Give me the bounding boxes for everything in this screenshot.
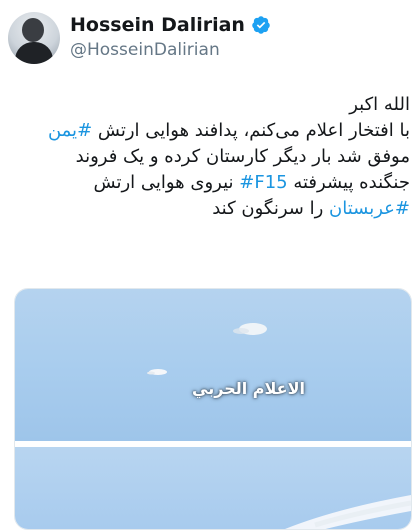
tweet-line-2: با افتخار اعلام می‌کنم، پدافند هوایی ارت… — [10, 118, 410, 144]
sky-scene-2 — [285, 495, 411, 529]
tweet-line-5: #عربستان را سرنگون کند — [10, 196, 410, 222]
user-handle[interactable]: @HosseinDalirian — [70, 40, 220, 60]
tweet-line-4: جنگنده پیشرفته #F15 نیروی هوایی ارتش — [10, 170, 411, 196]
tweet-line-4-text-b: نیروی هوایی ارتش — [93, 172, 240, 193]
hashtag-saudi-arabia[interactable]: #عربستان — [329, 198, 410, 219]
media-image-2[interactable] — [15, 447, 411, 529]
tweet-line-4-text-a: جنگنده پیشرفته — [287, 172, 410, 193]
tweet-line-5-text: را سرنگون کند — [212, 198, 330, 219]
tweet-text: الله اکبر با افتخار اعلام می‌کنم، پدافند… — [10, 92, 410, 222]
tweet-line-2-text: با افتخار اعلام می‌کنم، پدافند هوایی ارت… — [92, 120, 410, 141]
avatar-body — [15, 42, 53, 64]
avatar-head — [22, 18, 44, 42]
display-name[interactable]: Hossein Dalirian — [70, 14, 245, 36]
tweet-media[interactable]: الاعلام الحربي — [14, 288, 412, 530]
tweet-line-1: الله اکبر — [349, 94, 410, 115]
name-row: Hossein Dalirian — [70, 14, 271, 36]
avatar[interactable] — [8, 12, 60, 64]
hashtag-f15[interactable]: #F15 — [239, 172, 287, 193]
sky-scene-1 — [147, 323, 267, 375]
media-image-1[interactable]: الاعلام الحربي — [15, 289, 411, 441]
media-overlay-text: الاعلام الحربي — [192, 379, 305, 398]
verified-badge-icon — [252, 16, 270, 34]
tweet-line-3: موفق شد بار دیگر کارستان کرده و یک فروند — [75, 146, 410, 167]
hashtag-yemen[interactable]: #یمن — [48, 120, 92, 141]
